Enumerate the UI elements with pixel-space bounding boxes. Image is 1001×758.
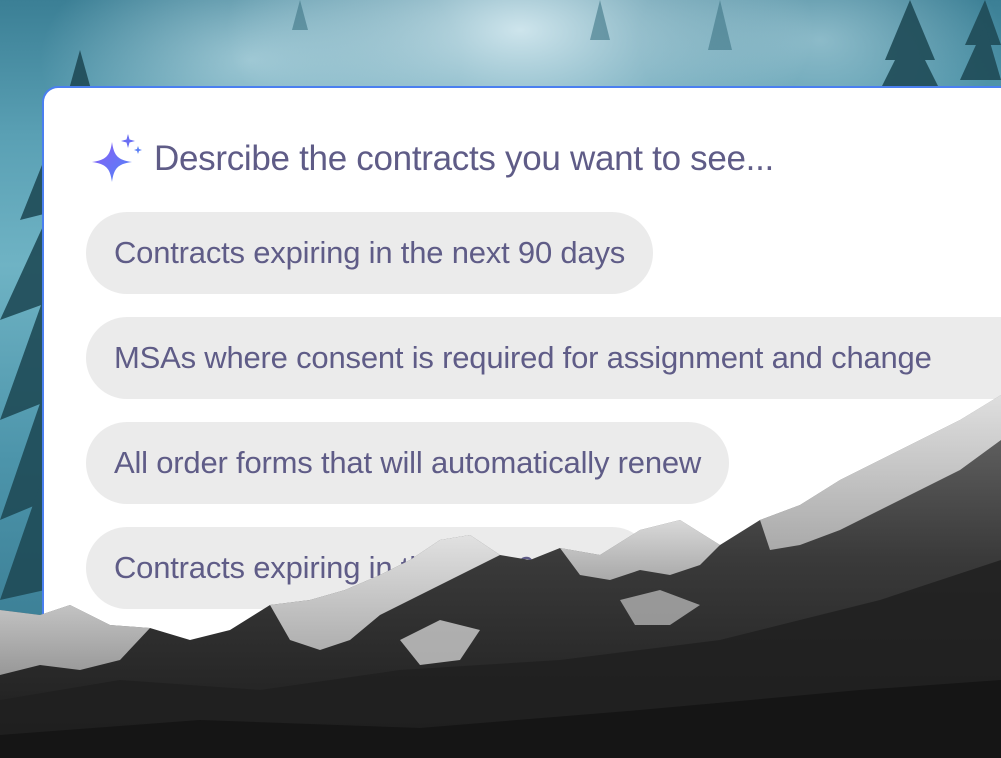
suggestion-label: All order forms that will automatically …	[114, 445, 702, 480]
search-prompt[interactable]: Desrcibe the contracts you want to see..…	[90, 132, 774, 186]
suggestion-label: Contracts expiring in the next 90 days	[114, 235, 626, 270]
suggestion-label: MSAs where consent is required for assig…	[114, 340, 932, 375]
sparkle-icon	[92, 134, 142, 182]
suggestion-label: Contracts expiring in the next 90 days	[114, 550, 626, 585]
suggestion-chip[interactable]: MSAs where consent is required for assig…	[86, 317, 1001, 399]
app-scene: Desrcibe the contracts you want to see..…	[0, 0, 1001, 758]
suggestion-chip[interactable]: Contracts expiring in the next 90 days	[86, 527, 654, 609]
search-placeholder: Desrcibe the contracts you want to see..…	[154, 139, 774, 178]
contract-search-card: Desrcibe the contracts you want to see..…	[42, 86, 1001, 686]
suggestion-chip[interactable]: Contracts expiring in the next 90 days	[86, 212, 654, 294]
suggestion-chip[interactable]: All order forms that will automatically …	[86, 422, 730, 504]
